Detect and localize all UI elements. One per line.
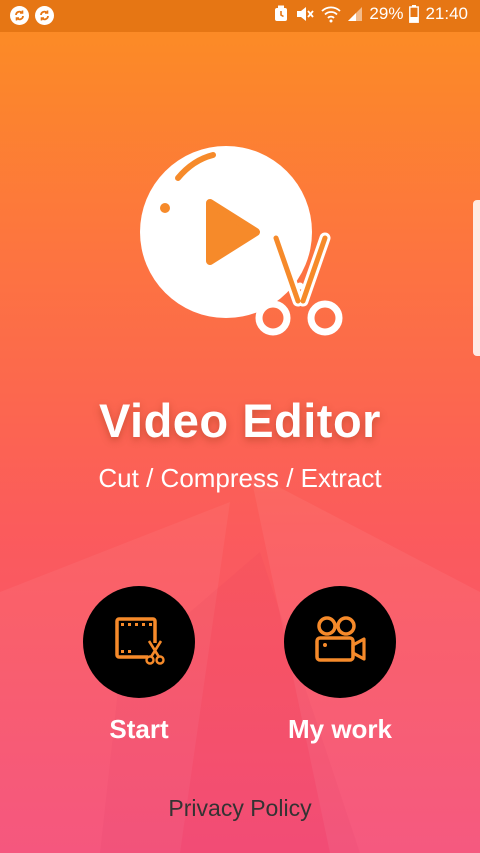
battery-icon: [409, 5, 420, 23]
app-title: Video Editor: [99, 394, 381, 447]
battery-percent: 29%: [369, 4, 404, 23]
clock: 21:40: [425, 4, 468, 23]
start-label[interactable]: Start: [64, 714, 214, 745]
video-play-scissors-icon: [138, 138, 348, 338]
sync-icon: [35, 6, 54, 25]
scroll-indicator[interactable]: [473, 200, 480, 356]
privacy-policy-link[interactable]: Privacy Policy: [0, 795, 480, 822]
start-button[interactable]: [83, 586, 195, 698]
start-action[interactable]: Start: [64, 586, 214, 745]
film-cut-icon: [112, 613, 166, 672]
my-work-button[interactable]: [284, 586, 396, 698]
my-work-label[interactable]: My work: [265, 714, 415, 745]
status-bar: 29% 21:40: [0, 0, 480, 32]
my-work-action[interactable]: My work: [265, 586, 415, 745]
sync-icon: [10, 6, 29, 25]
signal-icon: [347, 6, 363, 22]
alarm-icon: [273, 5, 289, 23]
mute-icon: [295, 5, 315, 23]
wifi-icon: [321, 5, 342, 23]
video-camera-icon: [312, 612, 368, 673]
app-subtitle: Cut / Compress / Extract: [98, 463, 382, 493]
